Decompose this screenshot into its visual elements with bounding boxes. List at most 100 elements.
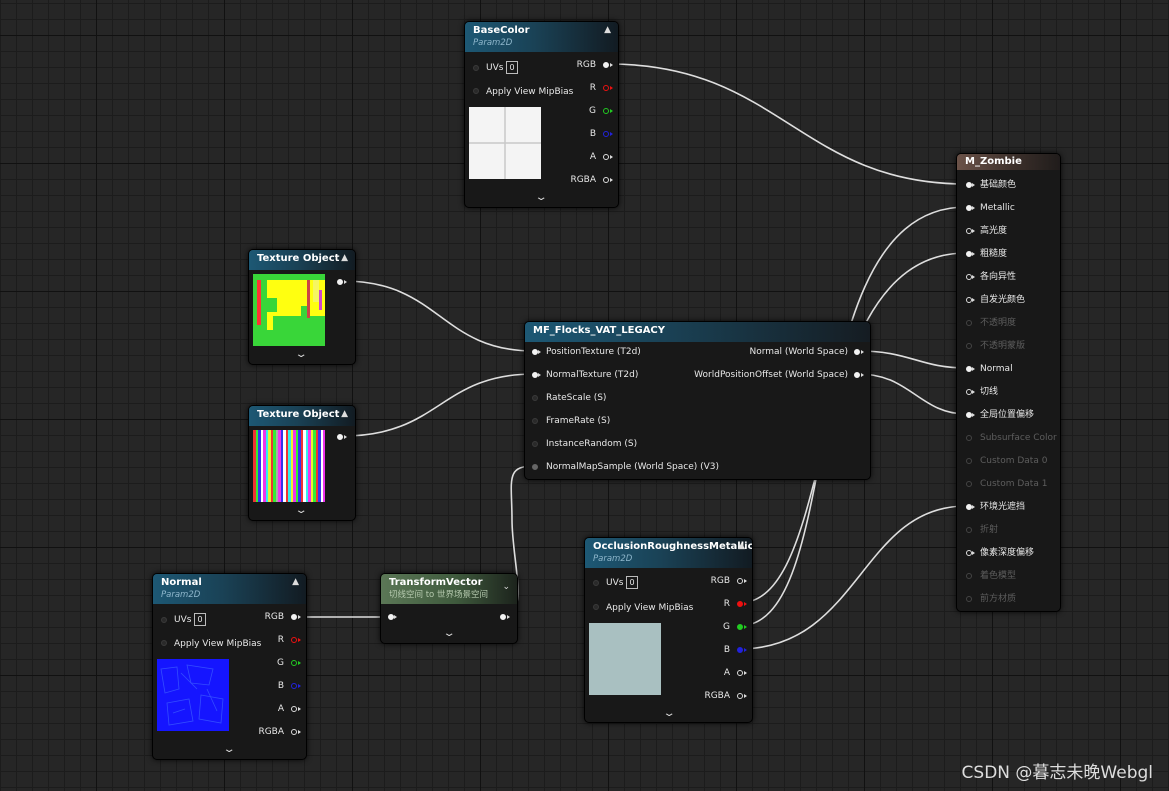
- wire-mf-wpo: [858, 373, 967, 415]
- expand-chevron-icon[interactable]: ⌄: [222, 744, 235, 755]
- orm-subtitle: Param2D: [593, 554, 633, 564]
- out-g-pin[interactable]: [603, 108, 609, 114]
- in-instancerandom-pin[interactable]: [532, 441, 538, 447]
- basecolor-node[interactable]: BaseColor Param2D ▲ UVs 0 Apply View MipB…: [464, 21, 619, 208]
- material-input-pin[interactable]: [966, 596, 972, 602]
- material-input-label: 前方材质: [980, 594, 1017, 604]
- orm-header[interactable]: OcclusionRoughnessMetallic Param2D ▲: [585, 538, 752, 568]
- out-b-label: B: [589, 129, 596, 139]
- mf-flocks-node[interactable]: MF_Flocks_VAT_LEGACY PositionTexture (T2…: [524, 321, 871, 480]
- out-wpo-pin[interactable]: [854, 372, 860, 378]
- in-framerate-pin[interactable]: [532, 418, 538, 424]
- expand-chevron-icon[interactable]: ⌄: [534, 192, 547, 203]
- out-rgba-pin[interactable]: [603, 177, 609, 183]
- out-normal-label: Normal (World Space): [749, 347, 848, 357]
- texobj2-title: Texture Object: [257, 409, 340, 420]
- normal-param-node[interactable]: Normal Param2D ▲ UVs 0 Apply View MipBias…: [152, 573, 307, 760]
- out-rgb-pin[interactable]: [291, 614, 297, 620]
- material-input-pin[interactable]: [966, 481, 972, 487]
- pin-arrow-icon: [972, 412, 975, 417]
- out-b-pin[interactable]: [737, 647, 743, 653]
- pin-arrow-icon: [972, 366, 975, 371]
- out-a-pin[interactable]: [737, 670, 743, 676]
- uvs-pin[interactable]: [161, 617, 167, 623]
- texobj1-output-pin[interactable]: [337, 279, 343, 285]
- material-input-label: Normal: [980, 364, 1013, 374]
- normal-texture-preview: [253, 430, 325, 502]
- collapse-caret-icon[interactable]: ▲: [292, 577, 299, 587]
- out-r-pin[interactable]: [603, 85, 609, 91]
- expand-chevron-icon[interactable]: ⌄: [662, 708, 675, 719]
- expand-chevron-icon[interactable]: ⌄: [294, 505, 307, 516]
- collapse-caret-icon[interactable]: ▲: [604, 25, 611, 35]
- out-b-pin[interactable]: [291, 683, 297, 689]
- in-position-label: PositionTexture (T2d): [546, 347, 641, 357]
- in-ratescale-pin[interactable]: [532, 395, 538, 401]
- texture-object-node-2[interactable]: Texture Object ▲ ⌄: [248, 405, 356, 521]
- orm-texture-preview: [589, 623, 661, 695]
- wire-basecolor-rgb: [608, 63, 967, 185]
- out-rgb-pin[interactable]: [603, 62, 609, 68]
- uvs-label: UVs: [486, 63, 504, 73]
- expand-chevron-icon[interactable]: ⌄: [294, 349, 307, 360]
- uvs-pin[interactable]: [473, 65, 479, 71]
- mipbias-pin[interactable]: [473, 88, 479, 94]
- uvs-label: UVs: [606, 578, 624, 588]
- out-g-pin[interactable]: [291, 660, 297, 666]
- uvs-value-field[interactable]: 0: [626, 576, 638, 589]
- out-a-label: A: [277, 704, 284, 714]
- out-rgb-pin[interactable]: [737, 578, 743, 584]
- transform-title: TransformVector: [389, 577, 483, 588]
- out-a-pin[interactable]: [291, 706, 297, 712]
- material-input-label: 自发光颜色: [980, 295, 1026, 305]
- orm-param-node[interactable]: OcclusionRoughnessMetallic Param2D ▲ UVs…: [584, 537, 753, 723]
- basecolor-header[interactable]: BaseColor Param2D ▲: [465, 22, 618, 52]
- uvs-value-field[interactable]: 0: [194, 613, 206, 626]
- out-r-pin[interactable]: [737, 601, 743, 607]
- in-mapsample-pin[interactable]: [532, 464, 538, 470]
- material-input-label: 像素深度偏移: [980, 548, 1035, 558]
- out-rgba-pin[interactable]: [291, 729, 297, 735]
- mipbias-pin[interactable]: [161, 640, 167, 646]
- out-normal-pin[interactable]: [854, 349, 860, 355]
- collapse-caret-icon[interactable]: ▲: [341, 409, 348, 419]
- uvs-value-field[interactable]: 0: [506, 61, 518, 74]
- material-input-pin[interactable]: [966, 320, 972, 326]
- transform-header[interactable]: TransformVector 切线空间 to 世界场景空间 ⌄: [381, 574, 517, 604]
- mipbias-label: Apply View MipBias: [174, 639, 262, 649]
- out-b-pin[interactable]: [603, 131, 609, 137]
- material-result-node[interactable]: M_Zombie 基础颜色 Metallic 高光度 粗糙度 各向异性 自发光颜色 不透明度…: [956, 153, 1061, 612]
- out-a-pin[interactable]: [603, 154, 609, 160]
- out-r-pin[interactable]: [291, 637, 297, 643]
- material-input-pin[interactable]: [966, 435, 972, 441]
- normal-header[interactable]: Normal Param2D ▲: [153, 574, 306, 604]
- out-g-pin[interactable]: [737, 624, 743, 630]
- mipbias-label: Apply View MipBias: [606, 603, 694, 613]
- material-input-pin[interactable]: [966, 573, 972, 579]
- transform-subtitle: 切线空间 to 世界场景空间: [389, 590, 488, 600]
- material-input-label: 着色模型: [980, 571, 1017, 581]
- wire-orm-b-ao: [738, 505, 967, 650]
- texture-object-node-1[interactable]: Texture Object ▲ ⌄: [248, 249, 356, 365]
- pin-arrow-icon: [972, 504, 975, 509]
- mipbias-pin[interactable]: [593, 604, 599, 610]
- texobj2-output-pin[interactable]: [337, 434, 343, 440]
- texobj2-header[interactable]: Texture Object ▲: [249, 406, 355, 426]
- out-rgba-pin[interactable]: [737, 693, 743, 699]
- mf-header[interactable]: MF_Flocks_VAT_LEGACY: [525, 322, 870, 342]
- expand-chevron-icon[interactable]: ⌄: [442, 628, 455, 639]
- watermark-text: CSDN @暮志未晚Webgl: [961, 763, 1153, 783]
- out-wpo-label: WorldPositionOffset (World Space): [694, 370, 848, 380]
- collapse-caret-icon[interactable]: ▲: [341, 253, 348, 263]
- uvs-pin[interactable]: [593, 580, 599, 586]
- material-input-pin[interactable]: [966, 458, 972, 464]
- out-b-label: B: [277, 681, 284, 691]
- transform-output-pin[interactable]: [500, 614, 506, 620]
- collapse-caret-icon[interactable]: ▲: [738, 541, 745, 551]
- transform-vector-node[interactable]: TransformVector 切线空间 to 世界场景空间 ⌄ ⌄: [380, 573, 518, 644]
- texobj1-header[interactable]: Texture Object ▲: [249, 250, 355, 270]
- dropdown-chevron-icon[interactable]: ⌄: [502, 582, 510, 592]
- material-input-pin[interactable]: [966, 527, 972, 533]
- material-input-pin[interactable]: [966, 343, 972, 349]
- material-header[interactable]: M_Zombie: [957, 154, 1060, 170]
